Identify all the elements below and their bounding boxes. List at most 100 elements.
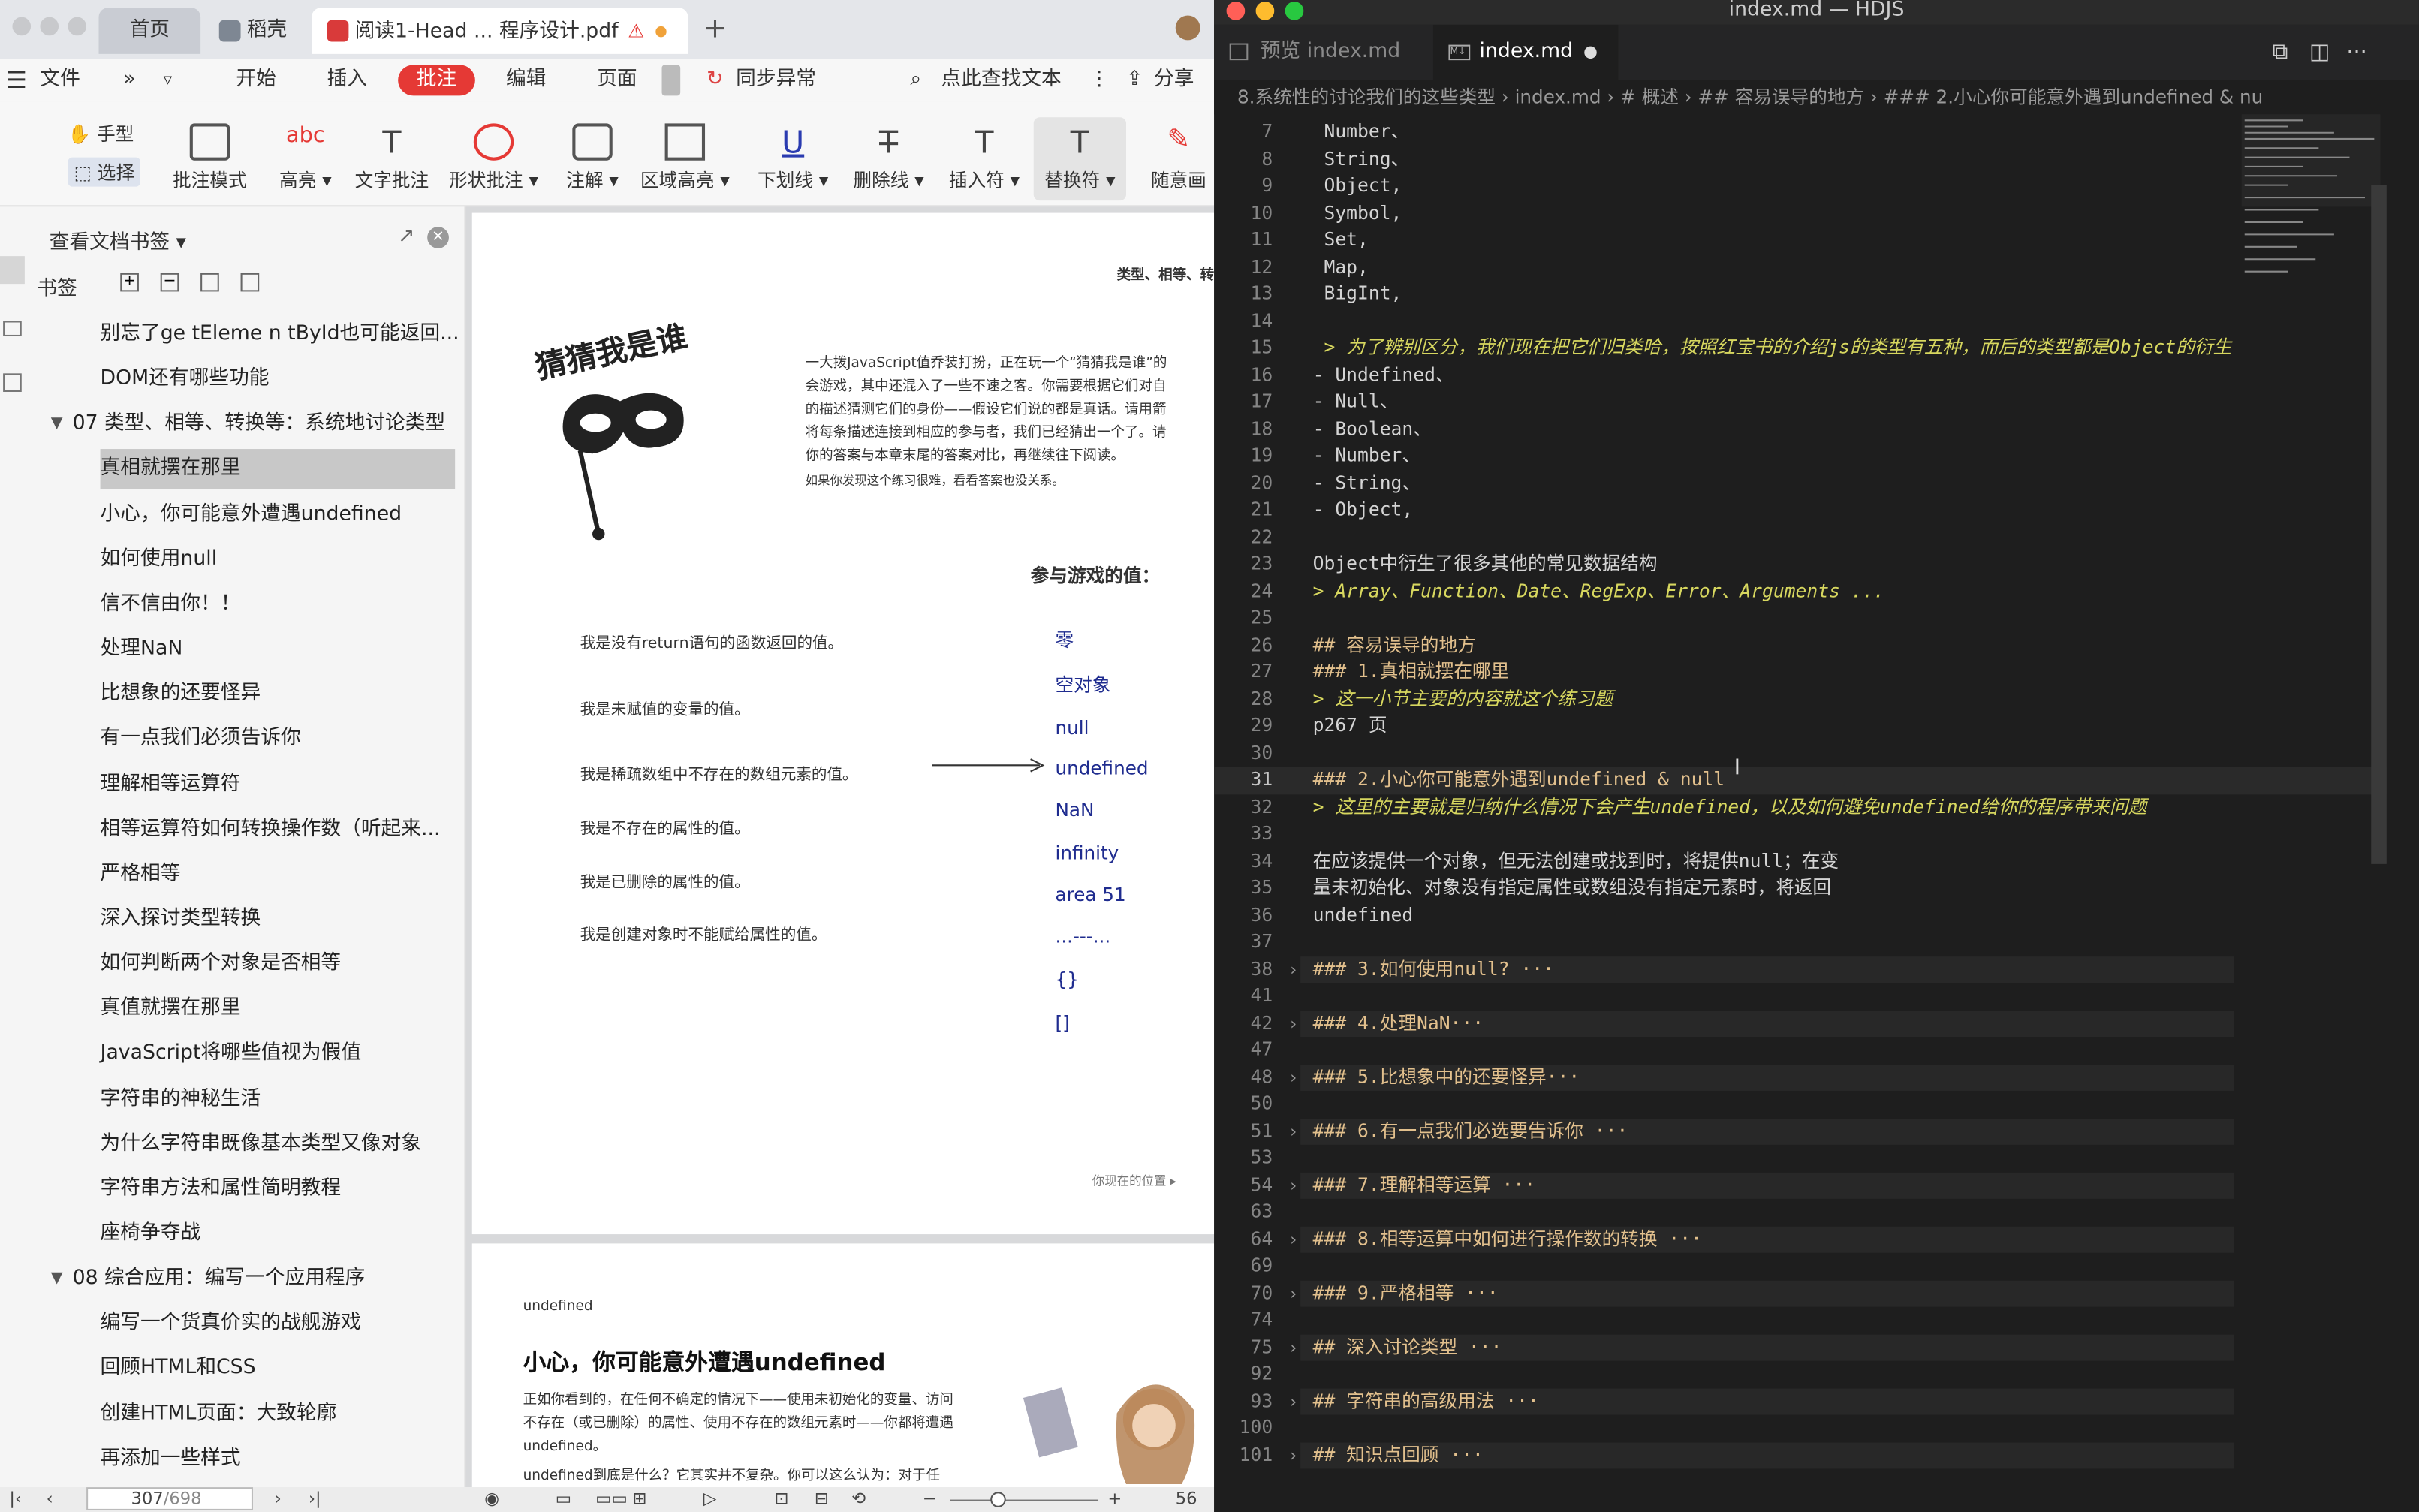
- bookmark-item[interactable]: DOM还有哪些功能: [101, 360, 270, 399]
- hand-tool[interactable]: ✋ 手型: [68, 120, 134, 146]
- sync-status[interactable]: 同步异常: [736, 59, 816, 102]
- code-line[interactable]: 92: [1214, 1361, 2387, 1388]
- code-line[interactable]: 31 ### 2.小心你可能意外遇到undefined & null: [1214, 767, 2387, 794]
- code-line[interactable]: 47: [1214, 1037, 2387, 1064]
- fit-width-icon[interactable]: ⊟: [815, 1489, 829, 1509]
- bookmark-item[interactable]: 座椅争夺战: [101, 1214, 201, 1254]
- add-bookmark-icon[interactable]: [200, 273, 219, 292]
- code-line[interactable]: 100: [1214, 1415, 2387, 1442]
- code-line[interactable]: 18 - Boolean、: [1214, 416, 2387, 443]
- last-page-icon[interactable]: ›|: [309, 1489, 321, 1509]
- code-line[interactable]: › 93 ## 字符串的高级用法 ···: [1214, 1387, 2387, 1415]
- code-line[interactable]: 19 - Number、: [1214, 443, 2387, 470]
- first-page-icon[interactable]: |‹: [9, 1489, 22, 1509]
- dropdown-icon[interactable]: ▿: [164, 59, 172, 102]
- code-line[interactable]: 32 > 这里的主要就是归纳什么情况下会产生undefined，以及如何避免und…: [1214, 794, 2387, 821]
- menu-edit[interactable]: 编辑: [506, 59, 546, 102]
- bookmark-item[interactable]: 为什么字符串既像基本类型又像对象: [101, 1125, 421, 1164]
- bookmark-item[interactable]: 有一点我们必须告诉你: [101, 719, 301, 759]
- code-line[interactable]: 7 Number、: [1214, 119, 2387, 146]
- breadcrumb[interactable]: 8.系统性的讨论我们的这些类型 › index.md › # 概述 › ## 容…: [1214, 80, 2419, 115]
- collapse-all-icon[interactable]: −: [160, 273, 179, 292]
- bookmark-item[interactable]: JavaScript将哪些值视为假值: [101, 1035, 362, 1074]
- bookmark-item[interactable]: 处理NaN: [101, 630, 183, 670]
- avatar[interactable]: [1175, 15, 1200, 41]
- note-button[interactable]: 注解 ▾: [546, 117, 638, 200]
- fold-chevron-icon[interactable]: ›: [1288, 1010, 1299, 1037]
- code-line[interactable]: 22: [1214, 524, 2387, 551]
- highlight-button[interactable]: abc 高亮 ▾: [259, 117, 351, 200]
- bookmark-item[interactable]: 别忘了ge tEleme n tById也可能返回...: [101, 315, 459, 354]
- bookmark-item[interactable]: 创建HTML页面：大致轮廓: [101, 1394, 337, 1434]
- menu-start[interactable]: 开始: [236, 59, 276, 102]
- code-line[interactable]: 10 Symbol,: [1214, 200, 2387, 227]
- fold-chevron-icon[interactable]: ›: [1288, 1441, 1299, 1468]
- bookmark-icon[interactable]: [240, 273, 260, 292]
- code-line[interactable]: 26 ## 容易误导的地方: [1214, 632, 2387, 659]
- tab-preview-index[interactable]: 预览 index.md: [1214, 25, 1433, 80]
- code-line[interactable]: 35 量未初始化、对象没有指定属性或数组没有指定元素时，将返回: [1214, 875, 2387, 902]
- unsaved-dot-icon[interactable]: [1584, 46, 1597, 59]
- bookmark-item[interactable]: 字符串方法和属性简明教程: [101, 1169, 342, 1209]
- editor-close-button[interactable]: [1226, 2, 1246, 20]
- search-text-button[interactable]: 点此查找文本: [941, 59, 1061, 102]
- zoom-slider[interactable]: [950, 1499, 1099, 1501]
- book-view-icon[interactable]: ⊞: [632, 1489, 646, 1509]
- tab-pdf-document[interactable]: 阅读1-Head ... 程序设计.pdf ⚠: [312, 8, 688, 54]
- code-line[interactable]: › 48 ### 5.比想象中的还要怪异···: [1214, 1063, 2387, 1091]
- more-actions-icon[interactable]: ···: [2346, 40, 2366, 65]
- bookmark-item[interactable]: 再添加一些样式: [101, 1439, 241, 1479]
- editor-minimize-button[interactable]: [1255, 2, 1275, 20]
- insert-mark-button[interactable]: T 插入符 ▾: [938, 117, 1030, 200]
- code-line[interactable]: 20 - String、: [1214, 470, 2387, 497]
- code-line[interactable]: 16 - Undefined、: [1214, 362, 2387, 389]
- code-line[interactable]: 17 - Null、: [1214, 389, 2387, 416]
- more-options-icon[interactable]: ⋮: [1089, 59, 1110, 102]
- code-line[interactable]: 27 ### 1.真相就摆在哪里: [1214, 659, 2387, 686]
- bookmark-item[interactable]: 深入探讨类型转换: [101, 899, 261, 939]
- bookmark-item[interactable]: 严格相等: [101, 854, 181, 894]
- split-editor-icon[interactable]: ◫: [2309, 40, 2330, 65]
- popout-icon[interactable]: ↗: [398, 225, 414, 248]
- code-line[interactable]: 30: [1214, 739, 2387, 767]
- expand-all-icon[interactable]: +: [120, 273, 139, 292]
- code-line[interactable]: 69: [1214, 1253, 2387, 1280]
- open-preview-side-icon[interactable]: ⧉: [2273, 40, 2288, 65]
- play-icon[interactable]: ▷: [703, 1489, 716, 1509]
- code-line[interactable]: 21 - Object,: [1214, 497, 2387, 524]
- freehand-button[interactable]: ✎ 随意画: [1132, 117, 1214, 200]
- bookmark-item[interactable]: 理解相等运算符: [101, 764, 241, 804]
- fold-chevron-icon[interactable]: ›: [1288, 1334, 1299, 1361]
- bookmark-item[interactable]: 如何判断两个对象是否相等: [101, 944, 342, 984]
- code-line[interactable]: 13 BigInt,: [1214, 281, 2387, 308]
- bookmark-chapter[interactable]: 07 类型、相等、转换等：系统地讨论类型: [73, 405, 446, 444]
- code-line[interactable]: › 101 ## 知识点回顾 ···: [1214, 1441, 2387, 1469]
- collapse-chapter-icon[interactable]: ▼: [51, 1270, 63, 1288]
- bookmark-item[interactable]: 相等运算符如何转换操作数（听起来...: [101, 809, 441, 849]
- fold-chevron-icon[interactable]: ›: [1288, 1064, 1299, 1091]
- bookmark-item[interactable]: 比想象的还要怪异: [101, 674, 261, 714]
- code-line[interactable]: 11 Set,: [1214, 227, 2387, 254]
- menu-file[interactable]: 文件: [40, 59, 80, 102]
- strikethrough-button[interactable]: T 删除线 ▾: [842, 117, 935, 200]
- code-line[interactable]: › 70 ### 9.严格相等 ···: [1214, 1279, 2387, 1307]
- code-line[interactable]: 8 String、: [1214, 146, 2387, 173]
- close-panel-icon[interactable]: ×: [427, 227, 449, 248]
- code-line[interactable]: › 54 ### 7.理解相等运算 ···: [1214, 1171, 2387, 1199]
- code-line[interactable]: › 51 ### 6.有一点我们必选要告诉你 ···: [1214, 1117, 2387, 1145]
- code-line[interactable]: 36 undefined: [1214, 902, 2387, 929]
- editor-zoom-button[interactable]: [1285, 2, 1304, 20]
- code-line[interactable]: 41: [1214, 983, 2387, 1010]
- more-menu-icon[interactable]: »: [123, 59, 135, 102]
- code-line[interactable]: 34 在应该提供一个对象，但无法创建或找到时，将提供null；在变: [1214, 848, 2387, 875]
- code-line[interactable]: 14: [1214, 308, 2387, 335]
- new-tab-button[interactable]: +: [703, 12, 727, 44]
- menu-insert[interactable]: 插入: [327, 59, 367, 102]
- prev-page-icon[interactable]: ‹: [47, 1489, 53, 1509]
- zoom-out-icon[interactable]: −: [923, 1489, 937, 1509]
- underline-button[interactable]: U 下划线 ▾: [747, 117, 839, 200]
- code-line[interactable]: 28 > 这一小节主要的内容就这个练习题: [1214, 685, 2387, 712]
- code-line[interactable]: 23 Object中衍生了很多其他的常见数据结构: [1214, 551, 2387, 578]
- attachment-view-icon[interactable]: [3, 373, 22, 392]
- code-line[interactable]: 15 > 为了辨别区分，我们现在把它们归类哈，按照红宝书的介绍js的类型有五种，…: [1214, 335, 2387, 362]
